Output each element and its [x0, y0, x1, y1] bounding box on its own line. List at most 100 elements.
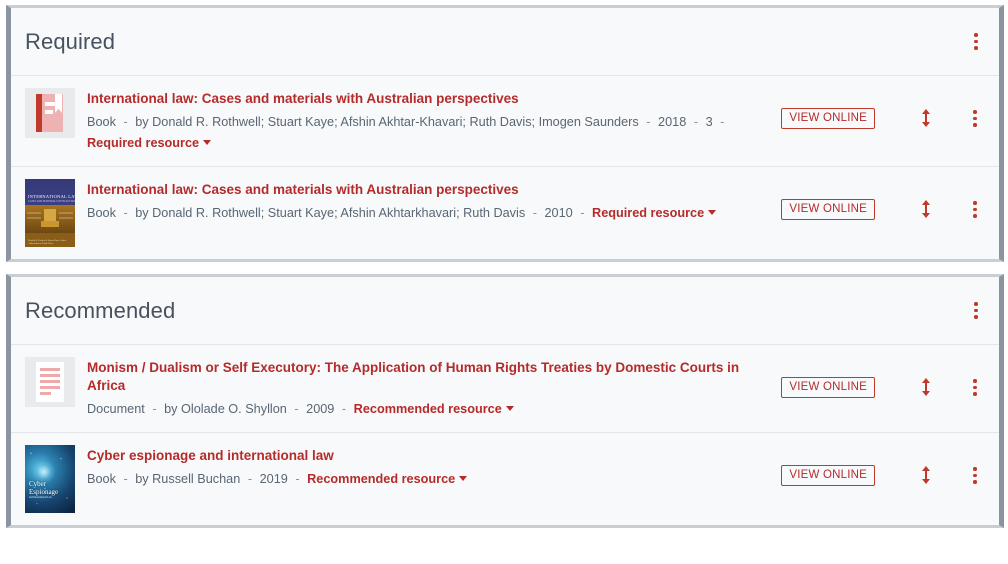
- chevron-down-icon[interactable]: [459, 476, 468, 482]
- view-online-button[interactable]: VIEW ONLINE: [781, 465, 875, 486]
- citation-actions: VIEW ONLINE: [781, 445, 985, 486]
- section-card-required: Required International law: Cases and ma…: [6, 5, 1004, 262]
- citation-year: 2018: [658, 115, 687, 129]
- citation-type: Book: [87, 472, 116, 486]
- citation-actions: VIEW ONLINE: [781, 179, 985, 220]
- row-menu-button[interactable]: [965, 199, 985, 218]
- drag-vertical-icon[interactable]: [909, 199, 943, 219]
- citation-metadata: Book - by Donald R. Rothwell; Stuart Kay…: [87, 112, 771, 154]
- citation-type: Document: [87, 402, 145, 416]
- meta-separator: -: [720, 115, 725, 129]
- chevron-down-icon[interactable]: [708, 210, 717, 216]
- citation-thumbnail: [25, 357, 75, 407]
- citation-tag[interactable]: Required resource: [87, 136, 199, 150]
- citation-thumbnail: INTERNATIONAL LAW CASES AND MATERIALS WI…: [25, 179, 75, 247]
- view-online-button[interactable]: VIEW ONLINE: [781, 108, 875, 129]
- citation-year: 2009: [306, 402, 335, 416]
- kebab-dot: [973, 385, 977, 389]
- section-menu-button-required[interactable]: [967, 31, 985, 53]
- meta-separator: -: [295, 472, 300, 486]
- kebab-dot: [974, 302, 978, 306]
- drag-vertical-icon[interactable]: [909, 108, 943, 128]
- meta-separator: -: [294, 402, 299, 416]
- row-menu-button[interactable]: [965, 465, 985, 484]
- section-header-required: Required: [11, 8, 999, 76]
- book-cover-image: Cyber Espionage and International Law: [25, 445, 75, 513]
- kebab-dot: [973, 201, 977, 205]
- citation-year: 2019: [259, 472, 288, 486]
- kebab-dot: [974, 33, 978, 37]
- citation-row[interactable]: INTERNATIONAL LAW CASES AND MATERIALS WI…: [11, 167, 999, 259]
- section-menu-button-recommended[interactable]: [967, 300, 985, 322]
- citation-tag[interactable]: Recommended resource: [354, 402, 502, 416]
- citation-tag[interactable]: Recommended resource: [307, 472, 455, 486]
- cover-subtitle: CASES AND MATERIALS WITH AUSTRALIAN PERS…: [28, 200, 75, 203]
- cover-title-line1: Cyber: [29, 480, 47, 488]
- citation-actions: VIEW ONLINE: [781, 88, 985, 129]
- citation-tag[interactable]: Required resource: [592, 206, 704, 220]
- row-menu-button[interactable]: [965, 377, 985, 396]
- meta-separator: -: [123, 472, 128, 486]
- citation-edition: 3: [705, 115, 713, 129]
- meta-separator: -: [341, 402, 347, 416]
- meta-separator: -: [646, 115, 651, 129]
- kebab-dot: [974, 308, 978, 313]
- citation-authors: by Donald R. Rothwell; Stuart Kaye; Afsh…: [135, 206, 526, 220]
- citation-row[interactable]: International law: Cases and materials w…: [11, 76, 999, 167]
- book-placeholder-icon: [25, 88, 75, 138]
- kebab-dot: [973, 123, 977, 127]
- cover-title-line2: Espionage: [29, 488, 59, 496]
- meta-separator: -: [532, 206, 537, 220]
- cover-subtitle: and International Law: [29, 496, 52, 499]
- kebab-dot: [973, 473, 977, 477]
- section-title-required: Required: [25, 28, 116, 54]
- view-online-button[interactable]: VIEW ONLINE: [781, 199, 875, 220]
- meta-separator: -: [123, 206, 128, 220]
- kebab-dot: [974, 46, 978, 50]
- citation-title-link[interactable]: International law: Cases and materials w…: [87, 90, 771, 108]
- kebab-dot: [973, 110, 977, 114]
- citation-type: Book: [87, 206, 116, 220]
- drag-vertical-icon[interactable]: [909, 377, 943, 397]
- citation-details: Monism / Dualism or Self Executory: The …: [87, 357, 781, 420]
- kebab-dot: [973, 207, 977, 211]
- cover-authors: Donald R. Rothwell Stuart Kaye Afshin Ak…: [28, 239, 67, 245]
- citation-details: International law: Cases and materials w…: [87, 88, 781, 154]
- citation-row[interactable]: Monism / Dualism or Self Executory: The …: [11, 345, 999, 433]
- kebab-dot: [973, 214, 977, 218]
- citation-thumbnail: [25, 88, 75, 138]
- citation-details: International law: Cases and materials w…: [87, 179, 781, 224]
- kebab-dot: [974, 315, 978, 319]
- citation-details: Cyber espionage and international law Bo…: [87, 445, 781, 490]
- meta-separator: -: [580, 206, 585, 220]
- meta-separator: -: [123, 115, 128, 129]
- citation-metadata: Book - by Donald R. Rothwell; Stuart Kay…: [87, 203, 771, 224]
- citation-type: Book: [87, 115, 116, 129]
- citation-row[interactable]: Cyber Espionage and International Law Cy…: [11, 433, 999, 525]
- chevron-down-icon[interactable]: [505, 406, 514, 412]
- kebab-dot: [973, 480, 977, 484]
- kebab-dot: [973, 116, 977, 120]
- meta-separator: -: [152, 402, 157, 416]
- citation-metadata: Book - by Russell Buchan - 2019 - Recomm…: [87, 469, 771, 490]
- chevron-down-icon[interactable]: [203, 140, 212, 146]
- section-title-recommended: Recommended: [25, 297, 176, 323]
- kebab-dot: [974, 39, 978, 44]
- citation-authors: by Ololade O. Shyllon: [164, 402, 287, 416]
- reading-list-page: Required International law: Cases and ma…: [0, 5, 1008, 564]
- book-cover-image: INTERNATIONAL LAW CASES AND MATERIALS WI…: [25, 179, 75, 247]
- citation-actions: VIEW ONLINE: [781, 357, 985, 398]
- citation-title-link[interactable]: International law: Cases and materials w…: [87, 181, 771, 199]
- citation-title-link[interactable]: Monism / Dualism or Self Executory: The …: [87, 359, 771, 395]
- meta-separator: -: [247, 472, 253, 486]
- row-menu-button[interactable]: [965, 108, 985, 127]
- citation-authors: by Russell Buchan: [135, 472, 241, 486]
- citation-title-link[interactable]: Cyber espionage and international law: [87, 447, 771, 465]
- view-online-button[interactable]: VIEW ONLINE: [781, 377, 875, 398]
- kebab-dot: [973, 392, 977, 396]
- section-header-recommended: Recommended: [11, 277, 999, 345]
- drag-vertical-icon[interactable]: [909, 465, 943, 485]
- kebab-dot: [973, 379, 977, 383]
- citation-year: 2010: [544, 206, 573, 220]
- section-card-recommended: Recommended Monism / Dualism or Self Exe…: [6, 274, 1004, 528]
